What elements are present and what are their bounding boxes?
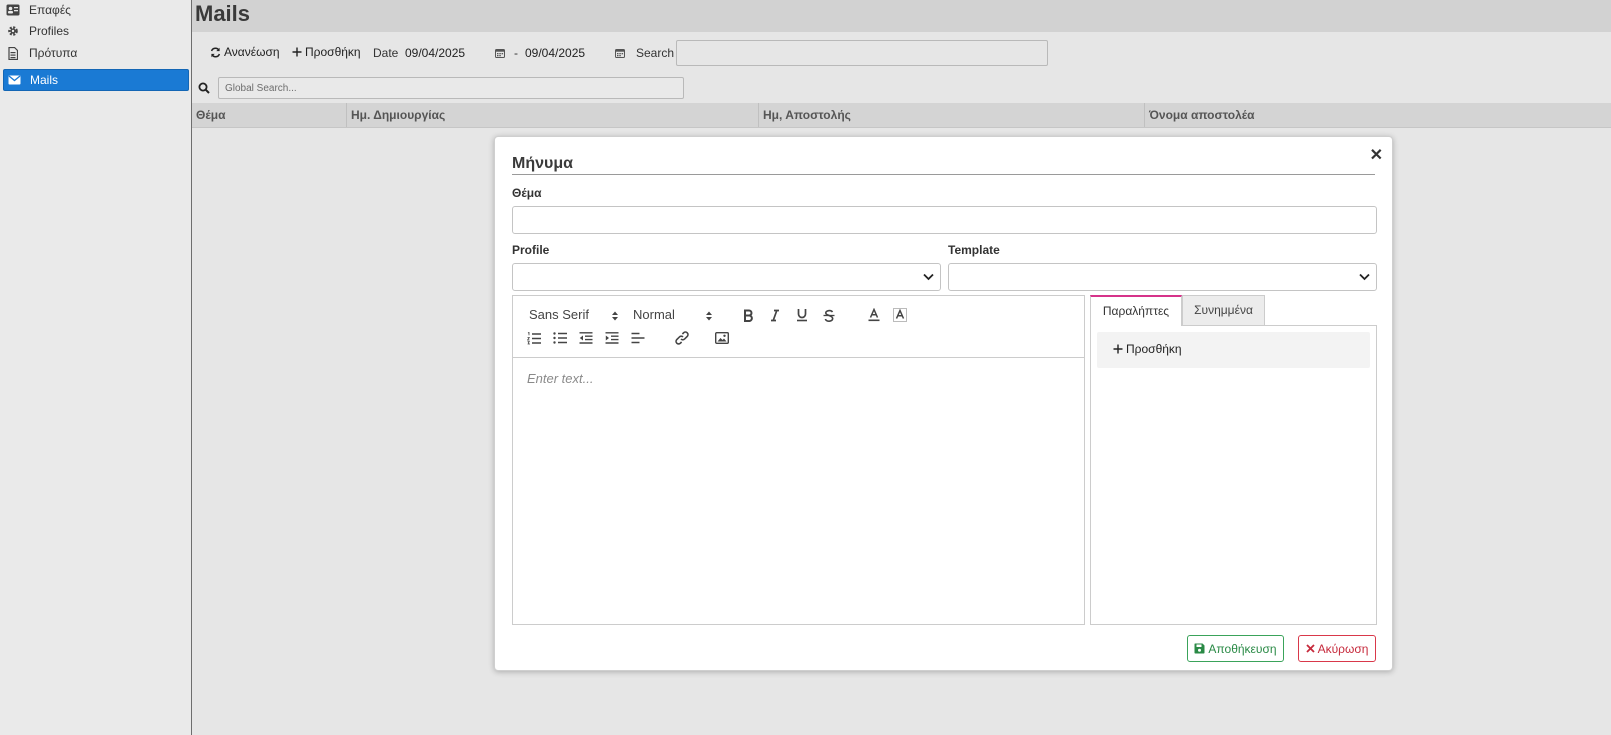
column-header-subject[interactable]: Θέμα <box>192 103 346 127</box>
chevron-down-icon <box>923 273 934 281</box>
calendar-icon[interactable] <box>615 47 625 61</box>
strikethrough-icon <box>823 309 835 322</box>
editor-content-area[interactable]: Enter text... <box>513 358 1084 624</box>
editor-toolbar: Sans Serif Normal <box>513 296 1084 358</box>
tab-recipients[interactable]: Παραλήπτες <box>1090 295 1182 326</box>
close-icon <box>1305 644 1315 653</box>
highlight-icon <box>893 308 907 322</box>
bold-button[interactable] <box>739 306 757 324</box>
indent-icon <box>605 332 619 344</box>
cancel-button[interactable]: Ακύρωση <box>1298 635 1376 662</box>
add-recipient-label: Προσθήκη <box>1126 342 1182 356</box>
date-label: Date <box>373 46 399 60</box>
underline-button[interactable] <box>793 306 811 324</box>
save-button[interactable]: Αποθήκευση <box>1187 635 1284 662</box>
save-label: Αποθήκευση <box>1208 641 1277 656</box>
add-button[interactable]: Προσθήκη <box>292 45 361 59</box>
refresh-icon <box>210 47 221 57</box>
add-recipient-button[interactable]: Προσθήκη <box>1113 342 1182 356</box>
image-button[interactable] <box>713 329 731 347</box>
italic-icon <box>771 309 779 321</box>
size-picker[interactable]: Normal <box>633 307 715 322</box>
dialog-title: Μήνυμα <box>512 155 573 172</box>
size-picker-label: Normal <box>633 307 675 322</box>
profile-select[interactable] <box>512 263 941 291</box>
sidebar-item-label: Mails <box>30 73 59 87</box>
bullet-list-button[interactable] <box>551 329 569 347</box>
image-icon <box>715 332 729 344</box>
recipients-attachments-panel: Παραλήπτες Συνημμένα Προσθήκη <box>1090 295 1377 625</box>
date-from-input[interactable] <box>405 44 493 62</box>
chevron-down-icon <box>1359 273 1370 281</box>
envelope-icon <box>6 72 22 88</box>
recipients-toolbar: Προσθήκη <box>1097 332 1370 368</box>
up-down-arrows-icon <box>612 311 618 321</box>
underline-icon <box>797 309 807 322</box>
title-bar: Mails <box>192 0 1611 32</box>
outdent-icon <box>579 332 593 344</box>
refresh-label: Ανανέωση <box>224 45 280 59</box>
outdent-button[interactable] <box>577 329 595 347</box>
up-down-arrows-icon <box>706 311 712 321</box>
contacts-card-icon <box>5 2 21 18</box>
calendar-icon[interactable] <box>495 47 505 61</box>
page-title: Mails <box>195 1 251 26</box>
link-button[interactable] <box>673 329 691 347</box>
divider <box>512 174 1375 175</box>
gear-icon <box>5 23 21 39</box>
close-icon[interactable]: ✕ <box>1370 148 1383 164</box>
floppy-disk-icon <box>1194 643 1205 654</box>
search-icon <box>198 82 210 97</box>
bullet-list-icon <box>553 332 567 344</box>
column-header-created-date[interactable]: Ημ. Δημιουργίας <box>346 103 758 127</box>
background-color-button[interactable] <box>891 306 909 324</box>
plus-icon <box>1113 344 1123 354</box>
sidebar-item-mails[interactable]: Mails <box>3 69 189 91</box>
editor-placeholder: Enter text... <box>527 371 594 386</box>
indent-button[interactable] <box>603 329 621 347</box>
align-button[interactable] <box>629 329 647 347</box>
profile-label: Profile <box>512 243 550 257</box>
template-label: Template <box>948 243 1000 257</box>
sidebar-item-contacts[interactable]: Επαφές <box>3 0 189 21</box>
search-label: Search <box>636 46 675 60</box>
sidebar-item-templates[interactable]: Πρότυπα <box>3 42 189 64</box>
font-picker-label: Sans Serif <box>529 307 589 322</box>
sidebar-item-label: Profiles <box>29 24 70 38</box>
bold-icon <box>743 309 753 322</box>
tab-content: Προσθήκη <box>1090 325 1377 625</box>
toolbar: Ανανέωση Προσθήκη Date - Search <box>192 40 1092 68</box>
rich-text-editor: Sans Serif Normal Enter text... <box>512 295 1085 625</box>
text-color-icon <box>868 308 880 322</box>
search-input[interactable] <box>676 40 1048 66</box>
align-left-icon <box>631 332 645 344</box>
message-dialog: Μήνυμα ✕ Θέμα Profile Template Sans Seri… <box>494 136 1393 671</box>
sidebar-item-label: Επαφές <box>29 3 71 17</box>
table-header: Θέμα Ημ. Δημιουργίας Ημ, Αποστολής Όνομα… <box>192 103 1611 128</box>
strikethrough-button[interactable] <box>820 306 838 324</box>
tab-attachments[interactable]: Συνημμένα <box>1182 295 1265 326</box>
template-select[interactable] <box>948 263 1377 291</box>
global-search-input[interactable] <box>218 77 684 99</box>
refresh-button[interactable]: Ανανέωση <box>210 45 280 59</box>
text-color-button[interactable] <box>865 306 883 324</box>
italic-button[interactable] <box>766 306 784 324</box>
date-separator: - <box>514 46 518 60</box>
column-header-sender-name[interactable]: Όνομα αποστολέα <box>1144 103 1611 127</box>
subject-input[interactable] <box>512 206 1377 234</box>
link-icon <box>675 331 689 345</box>
column-header-sent-date[interactable]: Ημ, Αποστολής <box>758 103 1144 127</box>
add-label: Προσθήκη <box>305 45 361 59</box>
font-picker[interactable]: Sans Serif <box>529 307 621 322</box>
date-to-input[interactable] <box>525 44 613 62</box>
template-document-icon <box>5 45 21 61</box>
cancel-label: Ακύρωση <box>1317 641 1369 656</box>
ordered-list-icon <box>527 331 541 344</box>
plus-icon <box>292 47 302 57</box>
sidebar-item-profiles[interactable]: Profiles <box>3 20 189 42</box>
sidebar-item-label: Πρότυπα <box>29 46 78 60</box>
sidebar: Επαφές Profiles Πρότυπα Mails <box>0 0 192 735</box>
ordered-list-button[interactable] <box>525 329 543 347</box>
subject-label: Θέμα <box>512 186 542 200</box>
